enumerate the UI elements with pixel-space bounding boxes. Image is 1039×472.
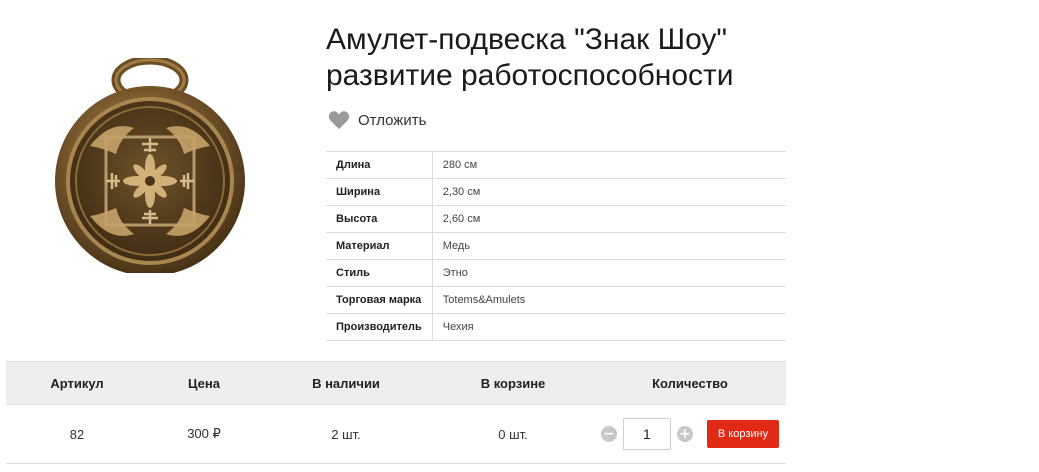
heart-icon (328, 111, 350, 130)
favorite-button[interactable]: Отложить (328, 110, 426, 130)
offer-article: 82 (6, 404, 148, 464)
table-row: Материал Медь (326, 232, 786, 260)
offer-stock: 2 шт. (260, 404, 432, 464)
offer-quantity-cell: − + В корзину (594, 404, 786, 464)
offers-table: Артикул Цена В наличии В корзине Количес… (6, 361, 786, 464)
favorite-label: Отложить (358, 111, 427, 129)
product-page: Амулет-подвеска "Знак Шоу" развитие рабо… (0, 0, 1039, 472)
table-row: Производитель Чехия (326, 313, 786, 341)
property-name: Материал (326, 232, 433, 260)
properties-table: Длина 280 см Ширина 2,30 см Высота 2,60 … (326, 151, 786, 341)
property-name: Ширина (326, 178, 433, 206)
property-value: Медь (432, 232, 786, 260)
quantity-input[interactable] (622, 418, 671, 450)
property-value: Totems&Amulets (432, 286, 786, 314)
header-article: Артикул (6, 361, 148, 405)
property-name: Высота (326, 205, 433, 233)
add-to-cart-button[interactable]: В корзину (706, 420, 780, 448)
table-row: Высота 2,60 см (326, 205, 786, 233)
page-title: Амулет-подвеска "Знак Шоу" развитие рабо… (326, 22, 806, 94)
header-price: Цена (148, 361, 260, 405)
table-row: Торговая марка Totems&Amulets (326, 286, 786, 314)
offer-price: 300 ₽ (148, 404, 260, 464)
header-in-cart: В корзине (432, 361, 594, 405)
property-name: Производитель (326, 313, 433, 341)
property-value: Этно (432, 259, 786, 287)
title-line-1: Амулет-подвеска "Знак Шоу" (326, 23, 728, 56)
offers-header-row: Артикул Цена В наличии В корзине Количес… (6, 361, 786, 405)
amulet-pendant-image (55, 55, 245, 276)
property-name: Длина (326, 151, 433, 179)
property-value: Чехия (432, 313, 786, 341)
property-value: 280 см (432, 151, 786, 179)
header-stock: В наличии (260, 361, 432, 405)
offer-in-cart: 0 шт. (432, 404, 594, 464)
table-row: 82 300 ₽ 2 шт. 0 шт. − + В корзину (6, 404, 786, 464)
table-row: Длина 280 см (326, 151, 786, 179)
plus-icon[interactable]: + (676, 426, 693, 442)
property-value: 2,30 см (432, 178, 786, 206)
table-row: Ширина 2,30 см (326, 178, 786, 206)
title-line-2: развитие работоспособности (326, 59, 734, 92)
property-value: 2,60 см (432, 205, 786, 233)
property-name: Стиль (326, 259, 433, 287)
product-image[interactable] (50, 55, 250, 276)
quantity-stepper: − + В корзину (600, 418, 780, 450)
header-quantity: Количество (594, 361, 786, 405)
minus-icon[interactable]: − (600, 426, 617, 442)
property-name: Торговая марка (326, 286, 433, 314)
table-row: Стиль Этно (326, 259, 786, 287)
